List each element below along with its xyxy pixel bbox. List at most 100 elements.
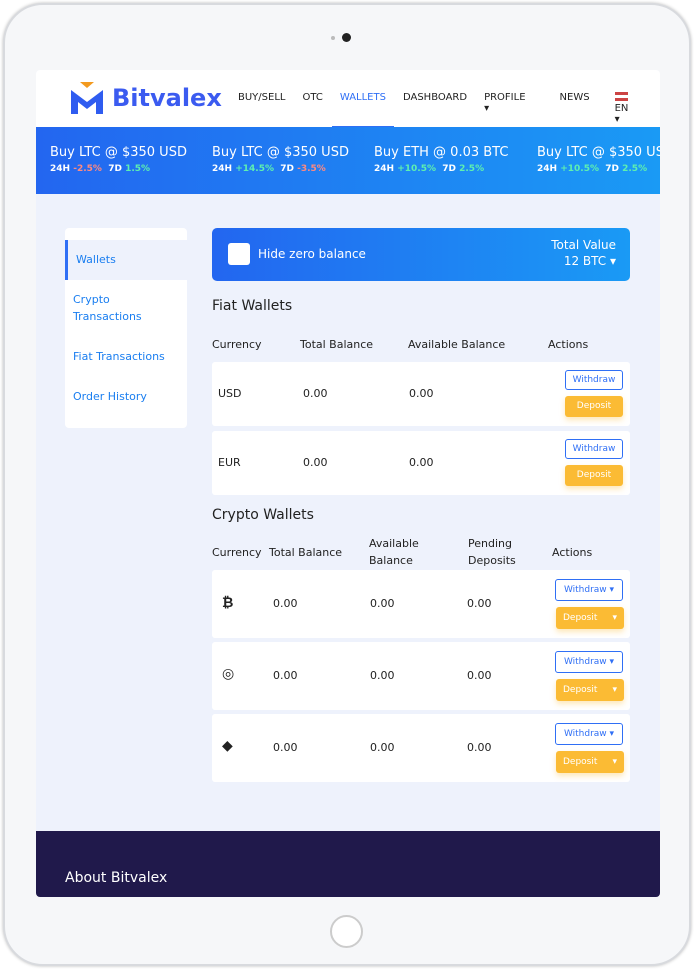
label-7d: 7D [605, 164, 619, 174]
chevron-down-icon: ▾ [612, 613, 617, 623]
label-7d: 7D [280, 164, 294, 174]
ticker-item[interactable]: Buy LTC @ $350 USD 24H -2.5% 7D 1.5% [50, 145, 187, 174]
available-balance: 0.00 [370, 669, 395, 682]
ticker-item[interactable]: Buy LTC @ $350 USD 24H +10.5% 7D 2.5% [537, 145, 660, 174]
currency: EUR [218, 456, 241, 469]
ticker-item[interactable]: Buy LTC @ $350 USD 24H +14.5% 7D -3.5% [212, 145, 349, 174]
change-24h: -2.5% [73, 164, 102, 174]
total-value: Total Value 12 BTC ▾ [551, 238, 616, 268]
available-balance: 0.00 [370, 741, 395, 754]
nav-profile-label: PROFILE [484, 92, 526, 103]
label-24h: 24H [537, 164, 558, 174]
change-24h: +10.5% [560, 164, 599, 174]
withdraw-dropdown[interactable]: Withdraw ▾ [555, 651, 623, 673]
available-balance: 0.00 [409, 387, 434, 400]
language-label: EN [614, 103, 629, 114]
withdraw-dropdown[interactable]: Withdraw ▾ [555, 723, 623, 745]
ticker-title: Buy LTC @ $350 USD [212, 145, 349, 160]
withdraw-label: Withdraw [563, 657, 607, 667]
label-24h: 24H [212, 164, 233, 174]
deposit-button[interactable]: Deposit [565, 465, 623, 486]
available-balance: 0.00 [409, 456, 434, 469]
hide-zero-checkbox[interactable] [228, 243, 250, 265]
total-value-select[interactable]: 12 BTC ▾ [551, 254, 616, 268]
crypto-row: ₿ 0.00 0.00 0.00 Withdraw ▾ Deposit ▾ [212, 570, 630, 638]
fiat-wallets-title: Fiat Wallets [212, 298, 293, 314]
us-flag-icon [614, 92, 628, 101]
navbar: Bitvalex BUY/SELL OTC WALLETS DASHBOARD … [36, 70, 660, 128]
chevron-down-icon: ▾ [612, 757, 617, 767]
screen: Bitvalex BUY/SELL OTC WALLETS DASHBOARD … [36, 70, 660, 897]
withdraw-button[interactable]: Withdraw [565, 439, 623, 459]
camera [342, 33, 351, 42]
deposit-label: Deposit [563, 757, 598, 767]
balance-filter-bar: Hide zero balance Total Value 12 BTC ▾ [212, 228, 630, 281]
main-menu: BUY/SELL OTC WALLETS DASHBOARD PROFILE ▾… [238, 92, 660, 128]
nav-dashboard[interactable]: DASHBOARD [403, 92, 467, 125]
crypto-row: ◎ 0.00 0.00 0.00 Withdraw ▾ Deposit ▾ [212, 642, 630, 710]
col-currency: Currency [212, 546, 262, 559]
total-balance: 0.00 [273, 669, 298, 682]
sidebar: Wallets Crypto Transactions Fiat Transac… [65, 228, 187, 428]
crypto-wallets-title: Crypto Wallets [212, 507, 314, 523]
col-pending-deposits: Pending Deposits [468, 537, 516, 567]
footer-about-title: About Bitvalex [65, 870, 168, 886]
total-balance: 0.00 [273, 597, 298, 610]
withdraw-button[interactable]: Withdraw [565, 370, 623, 390]
change-7d: 2.5% [622, 164, 648, 174]
pending-deposits: 0.00 [467, 597, 492, 610]
home-button[interactable] [330, 915, 363, 948]
pending-deposits: 0.00 [467, 741, 492, 754]
deposit-button[interactable]: Deposit [565, 396, 623, 417]
chevron-down-icon: ▾ [612, 685, 617, 695]
withdraw-dropdown[interactable]: Withdraw ▾ [555, 579, 623, 601]
col-actions: Actions [552, 546, 593, 559]
sidebar-item-wallets[interactable]: Wallets [65, 240, 187, 280]
ticker-title: Buy LTC @ $350 USD [537, 145, 660, 160]
change-7d: 1.5% [125, 164, 151, 174]
ticker-item[interactable]: Buy ETH @ 0.03 BTC 24H +10.5% 7D 2.5% [374, 145, 508, 174]
col-available-balance: Available Balance [369, 537, 419, 567]
logo[interactable]: Bitvalex [68, 80, 222, 116]
col-available-balance: Available Balance [408, 338, 506, 351]
col-total-balance: Total Balance [269, 546, 343, 559]
nav-wallets[interactable]: WALLETS [331, 92, 395, 128]
total-balance: 0.00 [273, 741, 298, 754]
deposit-dropdown[interactable]: Deposit ▾ [556, 679, 624, 701]
col-currency: Currency [212, 338, 262, 351]
label-24h: 24H [374, 164, 395, 174]
sidebar-item-fiat-transactions[interactable]: Fiat Transactions [65, 348, 187, 365]
crypto-row: ◆ 0.00 0.00 0.00 Withdraw ▾ Deposit ▾ [212, 714, 630, 782]
total-balance: 0.00 [303, 387, 328, 400]
sidebar-item-order-history[interactable]: Order History [65, 388, 187, 405]
deposit-label: Deposit [563, 685, 598, 695]
hide-zero-label: Hide zero balance [258, 247, 366, 261]
language-select[interactable]: EN ▾ [614, 92, 646, 125]
price-ticker: Buy LTC @ $350 USD 24H -2.5% 7D 1.5% Buy … [36, 127, 660, 194]
footer: About Bitvalex [36, 831, 660, 897]
logo-icon [71, 82, 103, 114]
nav-news[interactable]: NEWS [560, 92, 590, 125]
currency: USD [218, 387, 242, 400]
sidebar-item-crypto-transactions[interactable]: Crypto Transactions [65, 291, 175, 325]
change-7d: 2.5% [459, 164, 485, 174]
coin-icon: ◎ [222, 666, 235, 682]
nav-buysell[interactable]: BUY/SELL [238, 92, 285, 125]
pending-deposits: 0.00 [467, 669, 492, 682]
col-actions: Actions [548, 338, 589, 351]
nav-profile[interactable]: PROFILE ▾ [484, 92, 542, 125]
ticker-title: Buy ETH @ 0.03 BTC [374, 145, 509, 160]
label-7d: 7D [442, 164, 456, 174]
label-7d: 7D [108, 164, 122, 174]
label-24h: 24H [50, 164, 71, 174]
change-24h: +10.5% [397, 164, 436, 174]
total-balance: 0.00 [303, 456, 328, 469]
deposit-dropdown[interactable]: Deposit ▾ [556, 751, 624, 773]
bitcoin-icon: ₿ [222, 595, 234, 611]
nav-otc[interactable]: OTC [302, 92, 322, 125]
change-7d: -3.5% [297, 164, 326, 174]
deposit-dropdown[interactable]: Deposit ▾ [556, 607, 624, 629]
col-total-balance: Total Balance [300, 338, 374, 351]
available-balance: 0.00 [370, 597, 395, 610]
sensor [331, 36, 335, 40]
